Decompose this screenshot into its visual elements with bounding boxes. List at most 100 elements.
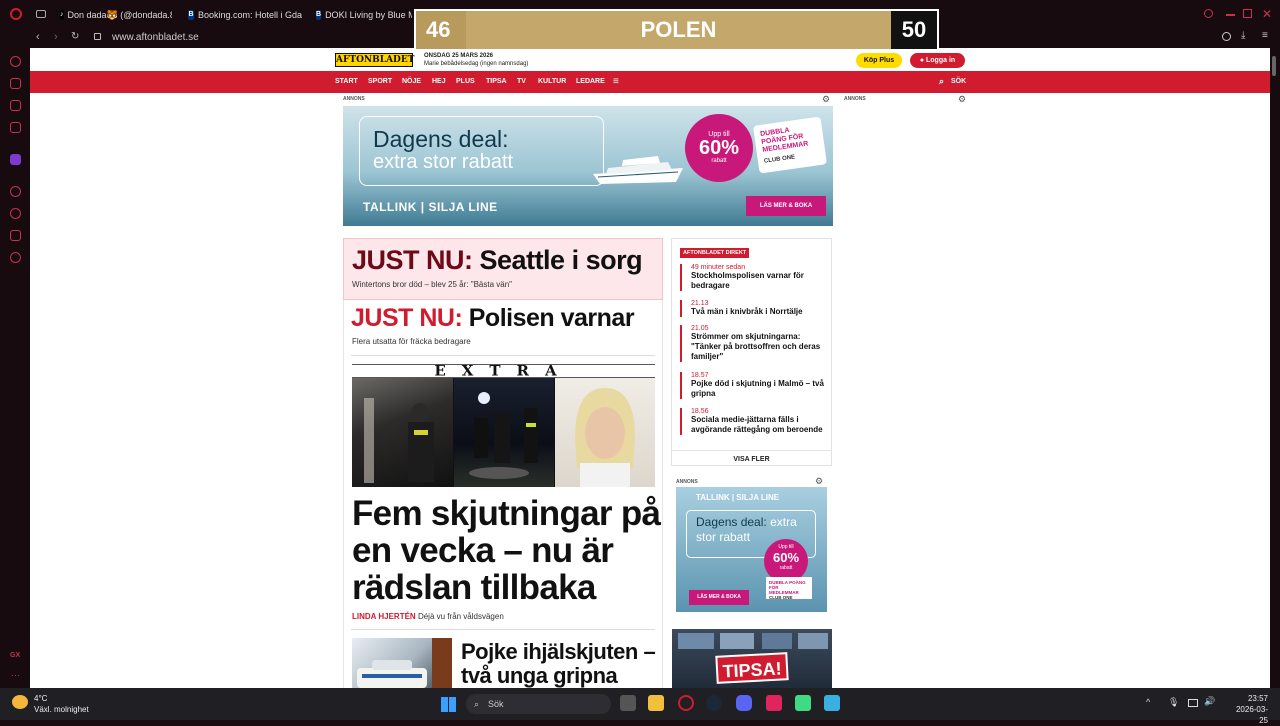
just-nu-headline-2[interactable]: JUST NU: Polisen varnar <box>351 304 635 333</box>
nav-ledare[interactable]: LEDARE <box>576 78 605 85</box>
system-clock[interactable]: 23:57 2026-03-25 <box>1228 693 1268 726</box>
account-icon[interactable] <box>1222 32 1231 41</box>
just-nu-headline[interactable]: JUST NU: Seattle i sorg <box>352 245 643 276</box>
direkt-item[interactable]: 49 minuter sedan Stockholmspolisen varna… <box>680 264 830 291</box>
discord-icon[interactable] <box>736 695 752 711</box>
direkt-time: 18.56 <box>691 408 709 415</box>
tipsa-promo[interactable]: TIPSA! <box>672 629 832 688</box>
gx-icon[interactable]: GX <box>10 652 20 659</box>
tallink-ad-banner[interactable]: Dagens deal: extra stor rabatt Upp till … <box>343 106 833 226</box>
windows-start-icon[interactable] <box>441 697 456 712</box>
url-field[interactable]: www.aftonbladet.se <box>112 32 199 43</box>
close-icon[interactable]: ✕ <box>1262 7 1272 21</box>
menu-icon[interactable]: ≡ <box>1262 30 1268 41</box>
news-photo-collage[interactable]: EXTRA <box>352 364 655 487</box>
back-icon[interactable]: ‹ <box>36 31 40 43</box>
workspace-icon[interactable] <box>10 78 21 89</box>
volume-icon[interactable]: 🔊 <box>1204 696 1215 707</box>
direkt-item[interactable]: 18.56 Sociala medie-jättarna fälls i avg… <box>680 408 830 435</box>
score-title: POLEN <box>640 17 717 42</box>
nav-tipsa[interactable]: TIPSA <box>486 78 507 85</box>
police-photo-2 <box>454 378 554 487</box>
ad-cta-button[interactable]: LÄS MER & BOKA <box>746 196 826 216</box>
opera-gx-icon[interactable] <box>678 695 694 711</box>
page-scrollbar[interactable] <box>1270 48 1280 688</box>
messenger-icon[interactable] <box>10 100 21 111</box>
tiktok-icon[interactable] <box>766 695 782 711</box>
minimize-icon[interactable] <box>1226 14 1235 16</box>
android-app-icon[interactable] <box>795 695 811 711</box>
tab-booking-2[interactable]: B DOKI Living by Blue M <box>316 7 412 23</box>
just-nu-label: JUST NU: <box>352 245 473 275</box>
opera-logo-icon[interactable] <box>10 8 22 20</box>
nav-hej[interactable]: HEJ <box>432 78 446 85</box>
teaser-subtitle: Wintertons bror död – blev 25 år: "Bästa… <box>352 280 512 289</box>
ad-settings-icon[interactable]: ⚙ <box>958 94 966 105</box>
player-icon[interactable] <box>10 186 21 197</box>
direkt-item[interactable]: 21.05 Strömmer om skjutningarna: "Tänker… <box>680 325 830 362</box>
main-headline[interactable]: Fem skjutningar på en vecka – nu är räds… <box>352 495 662 606</box>
nav-start[interactable]: START <box>335 78 358 85</box>
aftonbladet-logo[interactable]: AFTONBLADET <box>335 53 414 67</box>
nameday-text: Marie bebådelsedag (ingen namnsdag) <box>424 61 529 67</box>
byline-text: Déjà vu från våldsvägen <box>417 612 504 621</box>
tab-tiktok[interactable]: ♪ Don dada🐯 (@dondada.8 <box>60 7 172 23</box>
search-icon: ⌕ <box>474 699 480 709</box>
scrollbar-thumb[interactable] <box>1272 56 1276 76</box>
extra-banner: EXTRA <box>352 364 655 378</box>
twitch-icon[interactable] <box>10 154 21 165</box>
maximize-icon[interactable] <box>1243 9 1252 18</box>
ad-settings-icon[interactable]: ⚙ <box>822 94 830 105</box>
tray-chevron-icon[interactable]: ^ <box>1146 697 1150 707</box>
download-icon[interactable]: ⤓ <box>1241 30 1245 41</box>
instagram-icon[interactable] <box>10 122 21 133</box>
just-nu-teaser-1[interactable]: JUST NU: Seattle i sorg Wintertons bror … <box>343 238 663 300</box>
settings-icon[interactable] <box>10 252 21 263</box>
microphone-icon[interactable]: 🎙 <box>1168 697 1179 708</box>
network-icon[interactable] <box>1188 699 1198 707</box>
steam-icon[interactable] <box>706 695 722 711</box>
tab-booking-1[interactable]: B Booking.com: Hotell i Gda <box>188 7 302 23</box>
hamburger-menu-icon[interactable]: ≡ <box>613 76 619 87</box>
kop-plus-button[interactable]: Köp Plus <box>856 53 902 68</box>
tab-label: Don dada🐯 (@dondada.8 <box>67 9 173 20</box>
nav-plus[interactable]: PLUS <box>456 78 475 85</box>
nav-noje[interactable]: NÖJE <box>402 78 421 85</box>
ad-settings-icon[interactable]: ⚙ <box>815 476 823 487</box>
history-icon[interactable] <box>10 208 21 219</box>
tallink-side-ad[interactable]: TALLINK | SILJA LINE Dagens deal: extra … <box>676 487 827 612</box>
search-label[interactable]: SÖK <box>951 78 966 85</box>
nav-tv[interactable]: TV <box>517 78 526 85</box>
ad-cta-button[interactable]: LÄS MER & BOKA <box>689 590 749 605</box>
login-button[interactable]: ● Logga in <box>910 53 965 68</box>
direkt-item[interactable]: 21.13 Två män i knivbråk i Norrtälje <box>680 300 830 317</box>
reload-icon[interactable]: ↻ <box>71 31 79 42</box>
rabatt-text: rabatt <box>711 158 727 164</box>
police-photo-1 <box>352 378 453 487</box>
secondary-headline[interactable]: Pojke ihjälskjuten – två unga gripna <box>461 640 661 688</box>
tipsa-button[interactable]: TIPSA! <box>715 652 789 684</box>
score-right: 50 <box>891 11 937 49</box>
direkt-item[interactable]: 18.57 Pojke död i skjutning i Malmö – tv… <box>680 372 830 399</box>
aria-icon[interactable] <box>10 56 21 67</box>
taskbar-search[interactable]: ⌕ Sök <box>466 694 611 714</box>
more-icon[interactable]: ··· <box>11 670 20 680</box>
task-view-icon[interactable] <box>620 695 636 711</box>
member-tag: DUBBLA POÄNG FÖR MEDLEMMAR CLUB ONE <box>766 577 812 600</box>
file-explorer-icon[interactable] <box>648 695 664 711</box>
author-name[interactable]: LINDA HJERTÉN <box>352 612 416 621</box>
direkt-text: Två män i knivbråk i Norrtälje <box>691 307 803 316</box>
tab-list-icon[interactable] <box>36 10 46 18</box>
search-icon[interactable]: ⌕ <box>939 76 944 87</box>
police-car-thumbnail[interactable] <box>352 638 452 688</box>
nav-sport[interactable]: SPORT <box>368 78 392 85</box>
visa-fler-button[interactable]: VISA FLER <box>672 450 831 463</box>
forward-icon[interactable]: › <box>54 31 58 43</box>
nav-kultur[interactable]: KULTUR <box>538 78 566 85</box>
weather-widget[interactable]: 4°C Växl. molnighet <box>12 693 89 715</box>
web-content: AFTONBLADET ONSDAG 25 MARS 2026 Marie be… <box>30 48 1270 688</box>
notepad-icon[interactable] <box>824 695 840 711</box>
divider <box>351 629 655 630</box>
extensions-icon[interactable] <box>10 230 21 241</box>
search-tabs-icon[interactable] <box>1204 9 1213 18</box>
